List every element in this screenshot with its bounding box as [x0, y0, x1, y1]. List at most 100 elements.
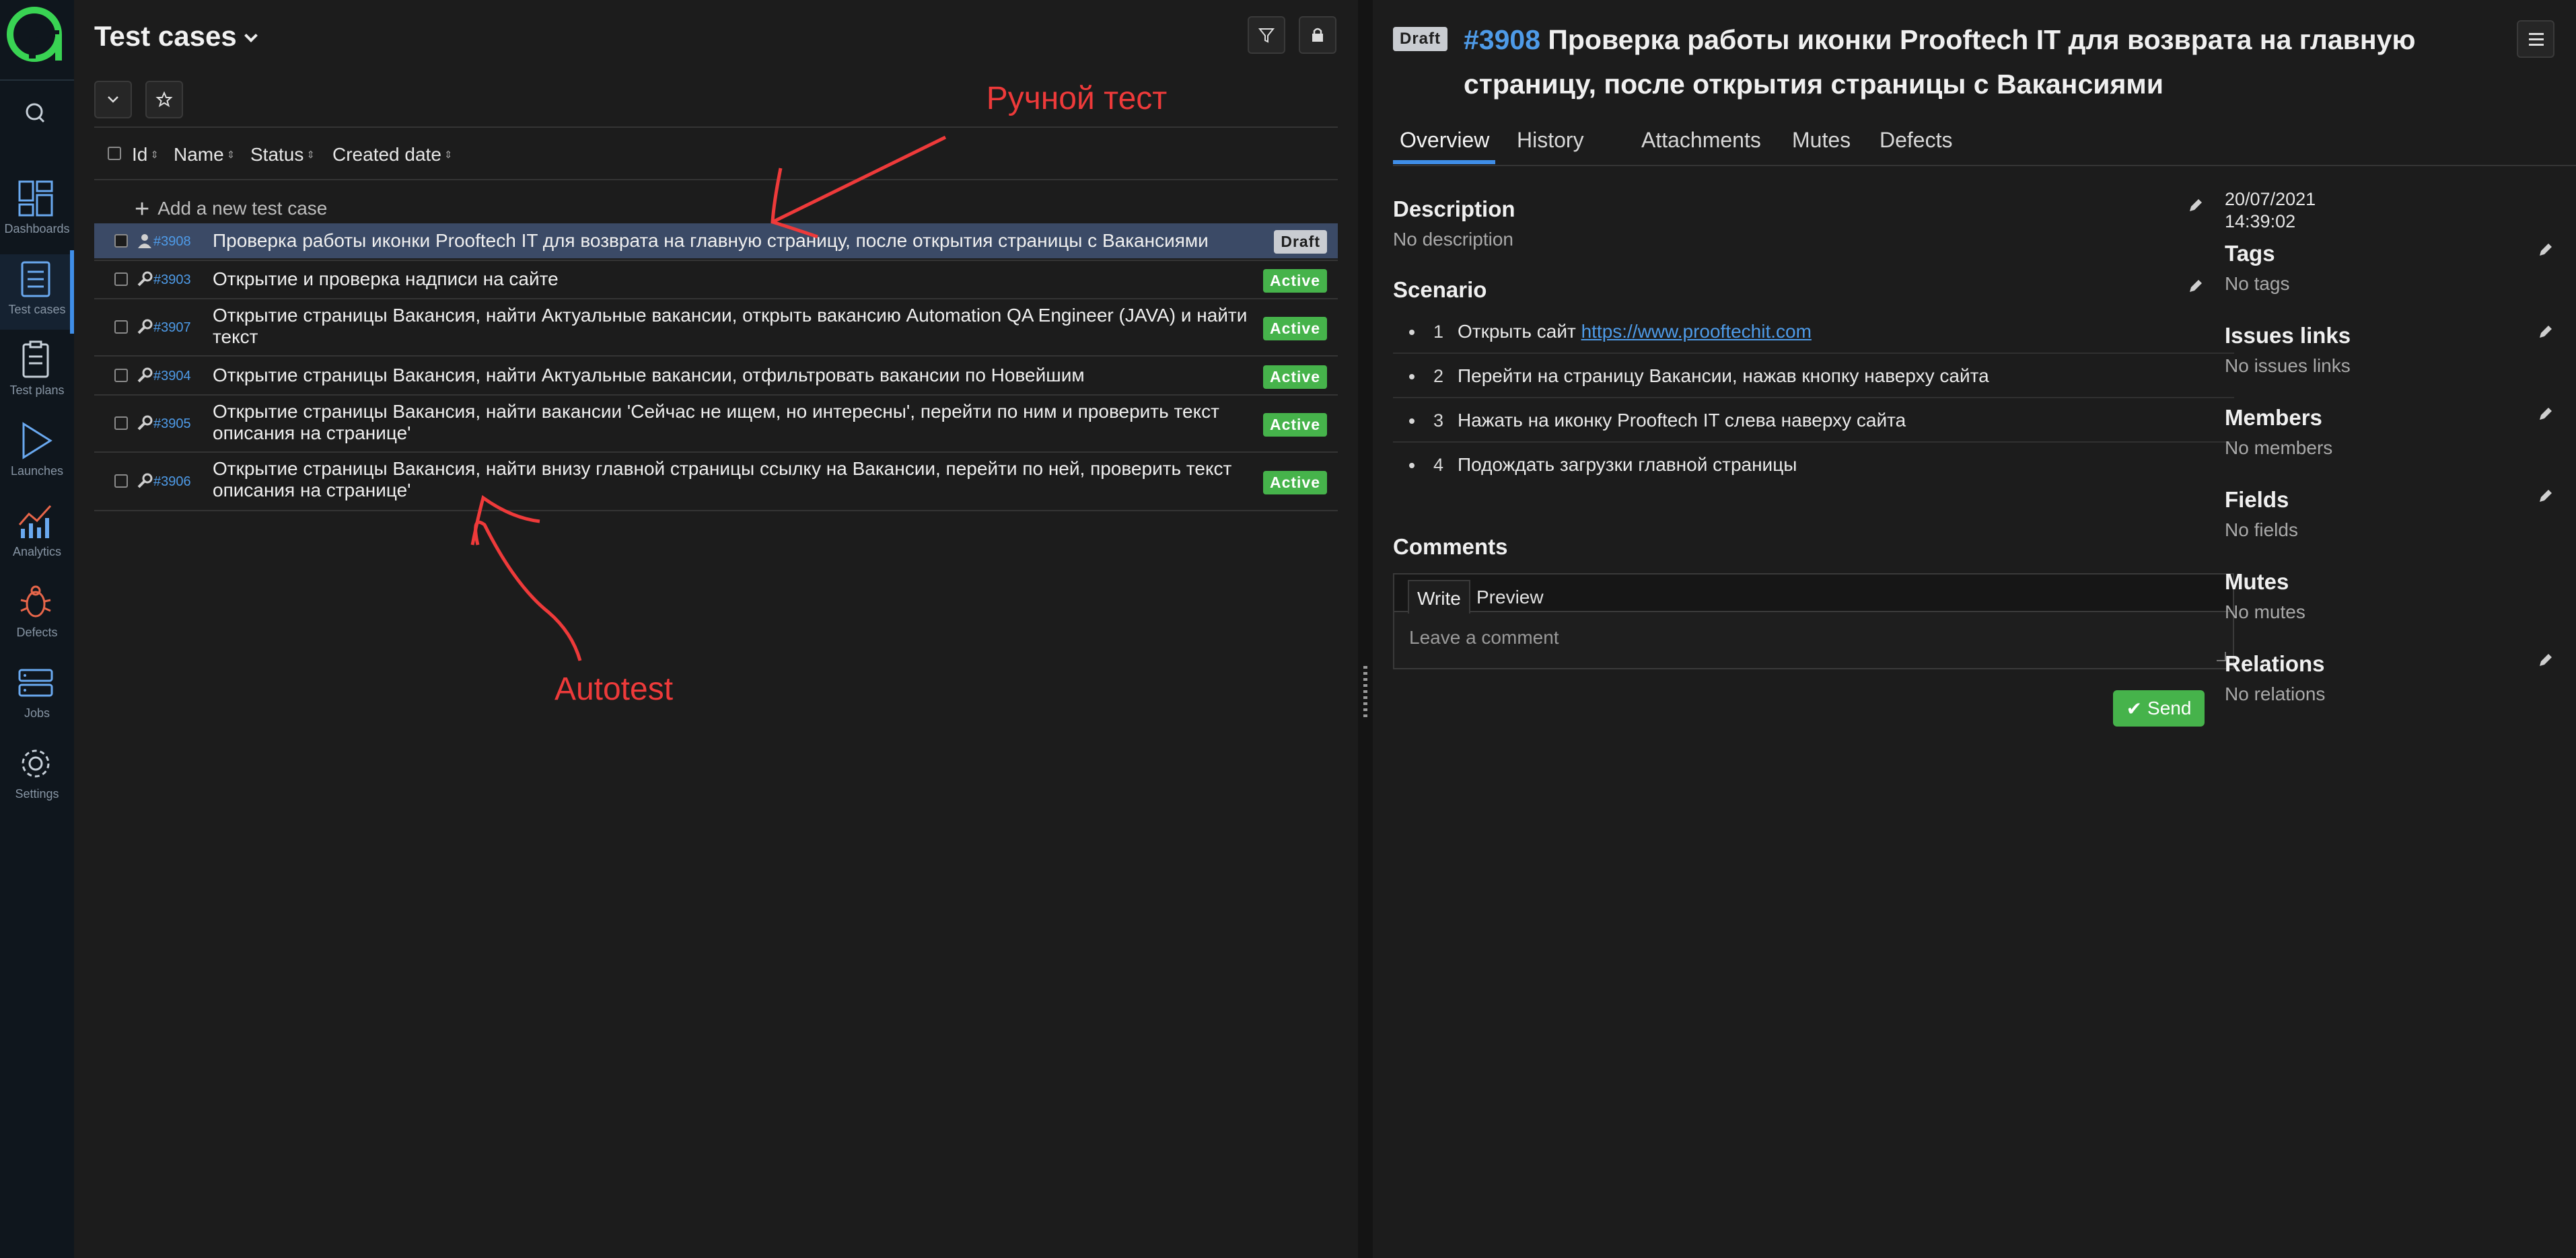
- expand-button[interactable]: [94, 81, 132, 118]
- table-row[interactable]: #3907 Открытие страницы Вакансия, найти …: [94, 299, 1338, 355]
- nav-label-jobs: Jobs: [24, 706, 50, 720]
- relations-heading: Relations: [2225, 651, 2325, 676]
- edit-relations-icon[interactable]: [2537, 651, 2554, 669]
- comment-input[interactable]: Leave a comment: [1409, 627, 1559, 649]
- bullet: [1409, 374, 1415, 379]
- issues-links-heading: Issues links: [2225, 323, 2351, 348]
- row-id[interactable]: #3903: [153, 272, 191, 288]
- page-title[interactable]: Test cases: [94, 20, 258, 52]
- panel-resize-handle[interactable]: [1358, 0, 1373, 1258]
- test-cases-panel: Test cases Id ⇕ Name ⇕ Status ⇕ Created dat…: [74, 0, 1358, 1258]
- column-header-created-date[interactable]: Created date ⇕: [332, 144, 452, 165]
- fields-value: No fields: [2225, 519, 2298, 540]
- menu-button[interactable]: [2517, 20, 2554, 58]
- select-all-checkbox[interactable]: [108, 147, 121, 160]
- step-number: 2: [1433, 366, 1444, 386]
- sort-icon: ⇕: [150, 149, 159, 161]
- send-button[interactable]: ✔ Send: [2113, 690, 2205, 727]
- row-checkbox[interactable]: [114, 474, 128, 488]
- nav-item-test-plans[interactable]: Test plans: [0, 335, 74, 410]
- filter-button[interactable]: [1248, 16, 1285, 54]
- add-test-case-button[interactable]: + Add a new test case: [135, 192, 327, 223]
- annotation-autotest: Autotest: [554, 671, 674, 707]
- column-header-id[interactable]: Id ⇕: [132, 144, 159, 165]
- status-badge: Active: [1262, 471, 1327, 494]
- description-heading: Description: [1393, 196, 1515, 221]
- row-name[interactable]: Открытие страницы Вакансия, найти Актуал…: [213, 305, 1252, 348]
- table-row[interactable]: #3906 Открытие страницы Вакансия, найти …: [94, 453, 1338, 509]
- table-row[interactable]: #3903 Открытие и проверка надписи на сай…: [94, 261, 1338, 297]
- edit-description-icon[interactable]: [2187, 196, 2205, 214]
- table-row[interactable]: #3908 Проверка работы иконки Prooftech I…: [94, 223, 1338, 258]
- scenario-step: 4 Подождать загрузки главной страницы: [1393, 443, 2234, 487]
- tab-attachments[interactable]: Attachments: [1641, 128, 1761, 153]
- settings-icon: [22, 749, 50, 778]
- edit-issues-links-icon[interactable]: [2537, 323, 2554, 340]
- nav-item-defects[interactable]: Defects: [0, 577, 74, 653]
- status-badge: Active: [1262, 269, 1327, 293]
- divider: [94, 510, 1338, 511]
- chevron-down-icon: [244, 29, 258, 42]
- table-row[interactable]: #3905 Открытие страницы Вакансия, найти …: [94, 396, 1338, 451]
- send-label: Send: [2147, 698, 2192, 718]
- column-header-name[interactable]: Name ⇕: [174, 144, 235, 165]
- nav-item-launches[interactable]: Launches: [0, 416, 74, 491]
- row-name[interactable]: Открытие страницы Вакансия, найти Актуал…: [213, 365, 1252, 386]
- edit-tags-icon[interactable]: [2537, 241, 2554, 258]
- created-date-value: 20/07/2021: [2225, 189, 2316, 209]
- wrench-icon: [137, 367, 153, 383]
- wrench-icon: [137, 473, 153, 488]
- column-header-status[interactable]: Status ⇕: [250, 144, 315, 165]
- tab-defects[interactable]: Defects: [1880, 128, 1952, 153]
- nav-item-settings[interactable]: Settings: [0, 739, 74, 814]
- detail-id[interactable]: #3908: [1464, 24, 1540, 55]
- edit-members-icon[interactable]: [2537, 405, 2554, 422]
- column-header-status-label: Status: [250, 144, 304, 165]
- nav-item-dashboards[interactable]: Dashboards: [0, 174, 74, 249]
- row-id[interactable]: #3906: [153, 474, 191, 490]
- step-link[interactable]: https://www.prooftechit.com: [1581, 321, 1812, 342]
- row-name[interactable]: Открытие страницы Вакансия, найти ваканс…: [213, 401, 1252, 444]
- lock-icon: [1312, 28, 1323, 42]
- tab-overview[interactable]: Overview: [1400, 128, 1489, 153]
- tab-mutes[interactable]: Mutes: [1792, 128, 1851, 153]
- tab-write[interactable]: Write: [1408, 580, 1470, 614]
- mutes-value: No mutes: [2225, 601, 2305, 622]
- row-id[interactable]: #3907: [153, 320, 191, 336]
- tags-heading: Tags: [2225, 241, 2275, 266]
- nav-item-test-cases[interactable]: Test cases: [0, 250, 74, 334]
- nav-item-jobs[interactable]: Jobs: [0, 658, 74, 733]
- divider: [94, 179, 1338, 180]
- sort-icon: ⇕: [443, 149, 453, 161]
- lock-button[interactable]: [1299, 16, 1336, 54]
- wrench-icon: [137, 271, 153, 287]
- logo-icon[interactable]: [5, 5, 63, 63]
- favorite-button[interactable]: [145, 81, 183, 118]
- row-checkbox[interactable]: [114, 320, 128, 334]
- row-checkbox[interactable]: [114, 234, 128, 248]
- table-row[interactable]: #3904 Открытие страницы Вакансия, найти …: [94, 357, 1338, 394]
- tags-value: No tags: [2225, 273, 2290, 294]
- tab-preview[interactable]: Preview: [1476, 587, 1544, 608]
- row-checkbox[interactable]: [114, 416, 128, 430]
- search-icon[interactable]: [22, 100, 49, 126]
- row-checkbox[interactable]: [114, 272, 128, 286]
- row-id[interactable]: #3905: [153, 416, 191, 432]
- row-name[interactable]: Открытие страницы Вакансия, найти внизу …: [213, 458, 1252, 501]
- detail-title: #3908 Проверка работы иконки Prooftech I…: [1464, 17, 2513, 106]
- row-name[interactable]: Открытие и проверка надписи на сайте: [213, 268, 1252, 290]
- comment-editor: Write Preview Leave a comment: [1393, 573, 2234, 669]
- row-id[interactable]: #3904: [153, 369, 191, 384]
- annotation-manual-test: Ручной тест: [986, 81, 1168, 116]
- nav-item-analytics[interactable]: Analytics: [0, 496, 74, 572]
- nav-label-test-plans: Test plans: [9, 383, 65, 397]
- row-name[interactable]: Проверка работы иконки Prooftech IT для …: [213, 230, 1252, 252]
- row-checkbox[interactable]: [114, 369, 128, 382]
- row-id[interactable]: #3908: [153, 234, 191, 250]
- edit-scenario-icon[interactable]: [2187, 277, 2205, 295]
- edit-fields-icon[interactable]: [2537, 487, 2554, 505]
- test-cases-icon: [21, 261, 50, 297]
- status-badge: Draft: [1274, 230, 1327, 254]
- tab-history[interactable]: History: [1517, 128, 1584, 153]
- app-root: Dashboards Test cases Test plans Launche…: [0, 0, 2576, 1258]
